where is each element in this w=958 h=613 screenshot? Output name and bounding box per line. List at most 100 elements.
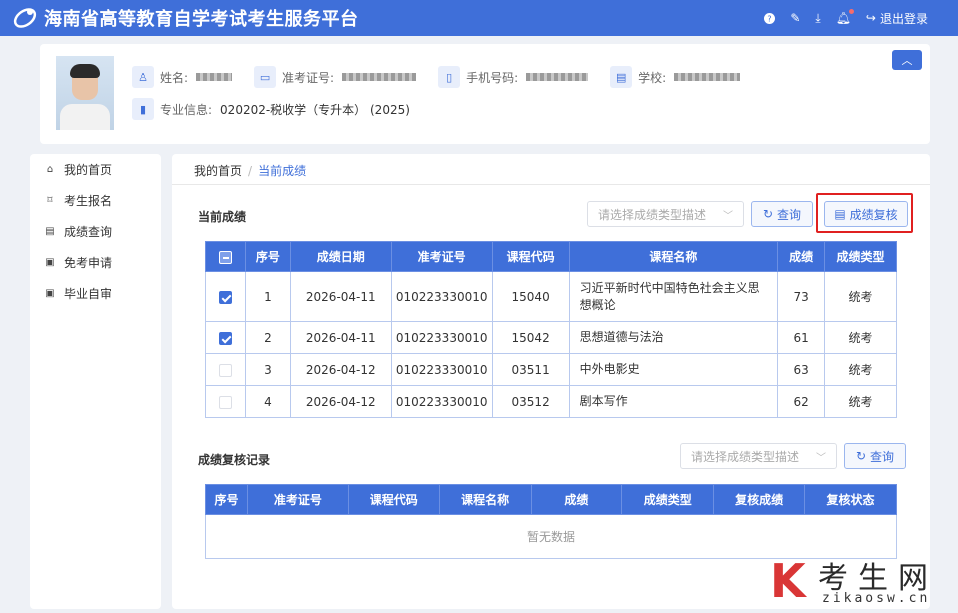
column-header: 成绩日期 (289, 241, 392, 272)
top-bar: 海南省高等教育自学考试考生服务平台 ? ✎ ⤓ 🔔︎ ↪ 退出登录 (0, 0, 958, 36)
code-cell: 15042 (491, 321, 570, 354)
refresh-icon: ↻ (762, 207, 774, 221)
table-header-row: 序号 准考证号 课程代码 课程名称 成绩 成绩类型 复核成绩 复核状态 (205, 484, 897, 515)
empty-text: 暂无数据 (205, 514, 897, 559)
major-info-row: ▮ 专业信息: 020202-税收学（专升本） (2025) (132, 98, 410, 120)
school-icon: ▤ (610, 66, 633, 88)
school-value-redacted (674, 73, 741, 81)
column-header: 课程代码 (347, 484, 440, 515)
date-cell: 2026-04-12 (289, 385, 392, 418)
table-row[interactable]: 4 2026-04-12 010223330010 03512 剧本写作 62 … (205, 385, 897, 418)
main-content: 我的首页 / 当前成绩 当前成绩 请选择成绩类型描述 ﹀ ↻ 查询 ▤ 成绩复核 序… (172, 154, 930, 609)
document-icon: ▤ (45, 226, 55, 237)
code-cell: 03512 (491, 385, 570, 418)
name-label: 姓名: (160, 70, 189, 85)
phone-label: 手机号码: (466, 70, 519, 85)
table-row[interactable]: 1 2026-04-11 010223330010 15040 习近平新时代中国… (205, 271, 897, 322)
profile-info-row: ♙ 姓名: ▭ 准考证号: ▯ 手机号码: ▤ 学校: (132, 66, 762, 88)
collapse-button[interactable]: ︿ (892, 50, 922, 70)
column-header: 课程代码 (491, 241, 570, 272)
score-type-select[interactable]: 请选择成绩类型描述 ﹀ (587, 201, 744, 227)
sidebar-item-score-query[interactable]: ▤ 成绩查询 (30, 216, 161, 247)
column-header: 复核状态 (804, 484, 897, 515)
row-checkbox-cell[interactable] (205, 321, 246, 354)
query-label: 查询 (870, 449, 895, 464)
table-row[interactable]: 3 2026-04-12 010223330010 03511 中外电影史 63… (205, 353, 897, 386)
column-header: 序号 (205, 484, 248, 515)
row-checkbox[interactable] (218, 290, 232, 304)
sidebar-item-graduation[interactable]: ▣ 毕业自审 (30, 278, 161, 309)
sidebar-item-registration[interactable]: ⌑ 考生报名 (30, 185, 161, 216)
ticket-cell: 010223330010 (390, 321, 493, 354)
type-cell: 统考 (824, 321, 897, 354)
current-scores-title: 当前成绩 (198, 210, 247, 224)
score-cell: 63 (777, 353, 826, 386)
code-cell: 03511 (491, 353, 570, 386)
highlight-box (816, 193, 913, 233)
form-icon: ▣ (45, 257, 55, 268)
sidebar-item-exemption[interactable]: ▣ 免考申请 (30, 247, 161, 278)
row-checkbox[interactable] (218, 331, 232, 345)
breadcrumb: 我的首页 / 当前成绩 (194, 162, 306, 179)
ticket-cell: 010223330010 (390, 353, 493, 386)
row-checkbox-cell[interactable] (205, 385, 246, 418)
id-card-icon: ▭ (254, 66, 277, 88)
sidebar-item-label: 成绩查询 (64, 225, 113, 239)
index-cell: 2 (244, 321, 291, 354)
row-checkbox[interactable] (218, 363, 232, 377)
row-checkbox-cell[interactable] (205, 353, 246, 386)
column-header: 成绩类型 (824, 241, 897, 272)
breadcrumb-separator: / (248, 164, 253, 178)
user-icon: ♙ (132, 66, 154, 88)
svg-text:?: ? (768, 14, 772, 23)
home-icon: ⌂ (46, 164, 54, 175)
sidebar-item-label: 免考申请 (64, 256, 113, 270)
logout-button[interactable]: ↪ 退出登录 (866, 10, 928, 27)
course-name-cell: 中外电影史 (568, 353, 779, 386)
index-cell: 3 (244, 353, 291, 386)
download-icon[interactable]: ⤓ (815, 11, 820, 26)
breadcrumb-current: 当前成绩 (258, 164, 307, 178)
type-cell: 统考 (824, 385, 897, 418)
notification-icon[interactable]: 🔔︎ (836, 9, 854, 25)
watermark-logo: K 考生网 zikaosw.cn (770, 553, 950, 609)
select-placeholder: 请选择成绩类型描述 (691, 449, 800, 464)
chevron-up-icon: ︿ (901, 54, 913, 67)
app-title: 海南省高等教育自学考试考生服务平台 (44, 9, 359, 30)
major-value: 020202-税收学（专升本） (2025) (220, 102, 410, 117)
current-scores-table: 序号 成绩日期 准考证号 课程代码 课程名称 成绩 成绩类型 1 2026-04… (205, 241, 897, 418)
help-icon[interactable]: ? (764, 12, 776, 24)
type-cell: 统考 (824, 353, 897, 386)
row-checkbox[interactable] (218, 395, 232, 409)
table-row[interactable]: 2 2026-04-11 010223330010 15042 思想道德与法治 … (205, 321, 897, 354)
divider (172, 184, 930, 185)
review-type-select[interactable]: 请选择成绩类型描述 ﹀ (680, 443, 837, 469)
major-label: 专业信息: (160, 102, 213, 117)
column-header: 序号 (244, 241, 291, 272)
column-header: 课程名称 (438, 484, 532, 515)
logout-icon: ↪ (865, 11, 876, 25)
select-all-header[interactable] (205, 241, 246, 272)
form-icon: ▣ (45, 288, 55, 299)
column-header: 准考证号 (246, 484, 349, 515)
chevron-down-icon: ﹀ (816, 452, 826, 464)
score-cell: 73 (777, 271, 826, 322)
column-header: 准考证号 (390, 241, 493, 272)
sidebar: ⌂ 我的首页 ⌑ 考生报名 ▤ 成绩查询 ▣ 免考申请 ▣ 毕业自审 (30, 154, 161, 609)
sidebar-item-home[interactable]: ⌂ 我的首页 (30, 154, 161, 185)
type-cell: 统考 (824, 271, 897, 322)
logout-label: 退出登录 (879, 11, 928, 26)
breadcrumb-home[interactable]: 我的首页 (194, 164, 242, 178)
edit-icon[interactable]: ✎ (790, 11, 800, 25)
row-checkbox-cell[interactable] (205, 271, 246, 322)
empty-row: 暂无数据 (205, 514, 897, 559)
ticket-cell: 010223330010 (390, 271, 493, 322)
review-query-button[interactable]: ↻ 查询 (844, 443, 906, 469)
ticket-label: 准考证号: (282, 70, 335, 85)
select-all-checkbox[interactable] (218, 250, 232, 264)
query-button[interactable]: ↻ 查询 (751, 201, 813, 227)
score-cell: 62 (777, 385, 826, 418)
table-header-row: 序号 成绩日期 准考证号 课程代码 课程名称 成绩 成绩类型 (205, 241, 897, 272)
column-header: 课程名称 (568, 241, 779, 272)
name-value-redacted (196, 73, 233, 81)
